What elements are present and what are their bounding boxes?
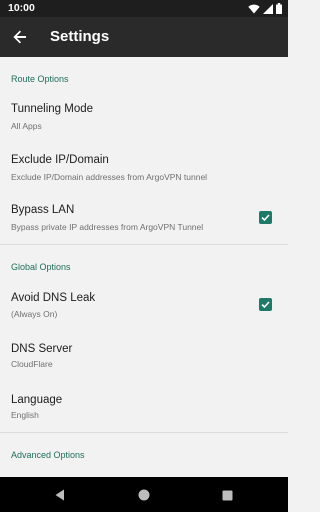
section-divider — [0, 432, 288, 433]
page-title: Settings — [50, 28, 110, 45]
nav-recents-button[interactable] — [217, 485, 237, 505]
setting-avoid-dns-leak[interactable]: Avoid DNS Leak (Always On) — [0, 283, 288, 329]
arrow-left-icon — [13, 30, 26, 44]
setting-title: Bypass LAN — [11, 204, 75, 216]
check-icon — [261, 214, 270, 222]
status-time: 10:00 — [8, 2, 35, 14]
square-recents-icon — [222, 490, 232, 500]
status-icons — [248, 3, 282, 14]
avoid-dns-leak-checkbox[interactable] — [259, 298, 272, 311]
nav-back-button[interactable] — [50, 485, 70, 505]
back-button[interactable] — [6, 23, 34, 51]
setting-summary: CloudFlare — [11, 359, 53, 369]
setting-language[interactable]: Language English — [0, 385, 288, 431]
setting-title: Language — [11, 394, 63, 406]
settings-list: Route Options Tunneling Mode All Apps Ex… — [0, 57, 288, 477]
battery-icon — [276, 3, 282, 14]
setting-summary: Bypass private IP addresses from ArgoVPN… — [11, 222, 204, 232]
section-header-advanced-options: Advanced Options — [11, 450, 85, 460]
setting-exclude-ip-domain[interactable]: Exclude IP/Domain Exclude IP/Domain addr… — [0, 145, 288, 191]
setting-summary: (Always On) — [11, 309, 58, 319]
triangle-back-icon — [55, 489, 64, 501]
bypass-lan-checkbox[interactable] — [259, 211, 272, 224]
app-bar: Settings — [0, 17, 288, 57]
nav-home-button[interactable] — [134, 485, 154, 505]
section-header-global-options: Global Options — [11, 262, 71, 272]
setting-title: DNS Server — [11, 343, 73, 355]
circle-home-icon — [138, 489, 150, 501]
section-divider — [0, 244, 288, 245]
status-bar: 10:00 — [0, 0, 288, 17]
wifi-icon — [248, 4, 260, 13]
cell-signal-icon — [263, 3, 273, 14]
setting-summary: All Apps — [11, 121, 42, 131]
navigation-bar — [0, 477, 288, 512]
setting-tunneling-mode[interactable]: Tunneling Mode All Apps — [0, 94, 288, 140]
setting-title: Exclude IP/Domain — [11, 154, 109, 166]
setting-bypass-lan[interactable]: Bypass LAN Bypass private IP addresses f… — [0, 195, 288, 241]
setting-summary: English — [11, 410, 39, 420]
setting-summary: Exclude IP/Domain addresses from ArgoVPN… — [11, 172, 208, 182]
setting-title: Tunneling Mode — [11, 103, 94, 115]
setting-dns-server[interactable]: DNS Server CloudFlare — [0, 334, 288, 380]
section-header-route-options: Route Options — [11, 74, 69, 84]
setting-title: Avoid DNS Leak — [11, 292, 96, 304]
check-icon — [261, 301, 270, 309]
